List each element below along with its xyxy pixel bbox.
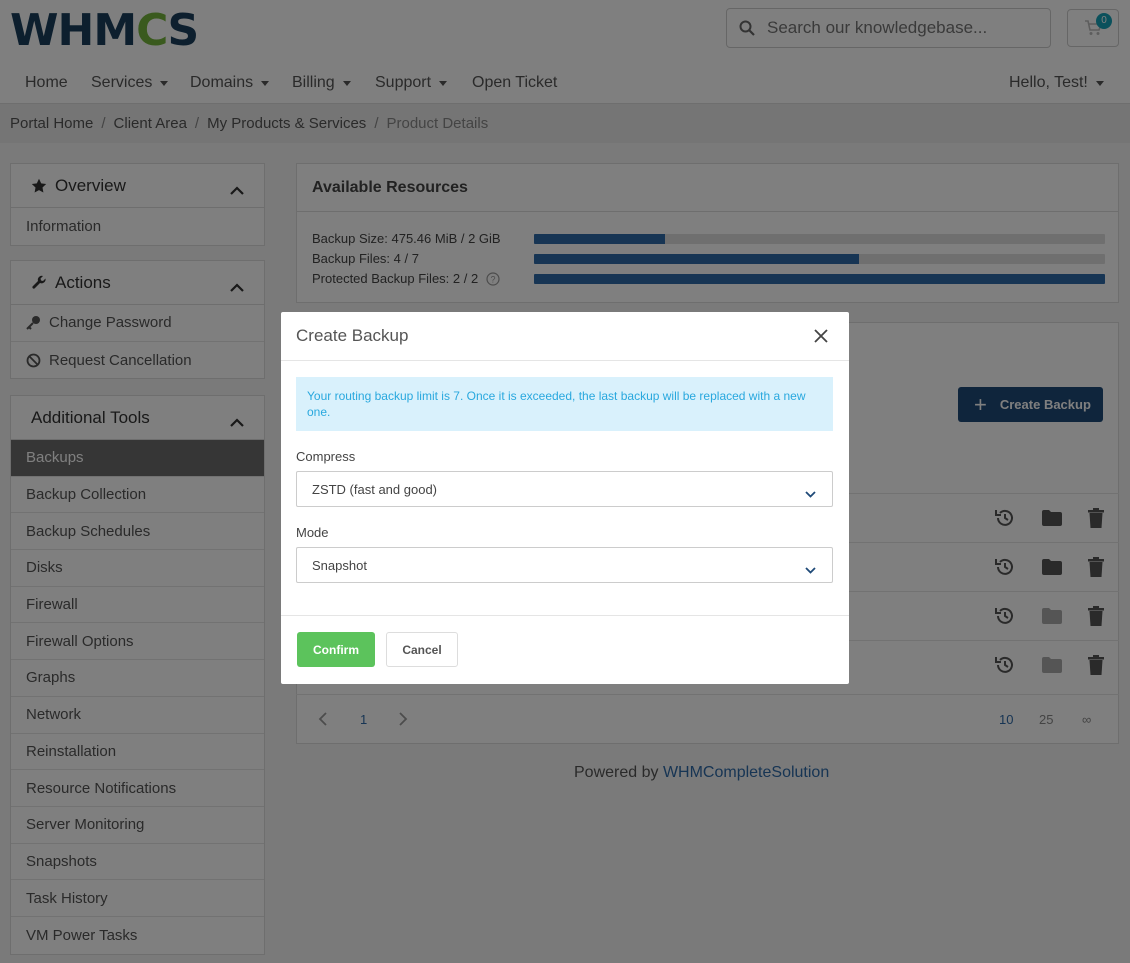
confirm-button[interactable]: Confirm <box>297 632 375 667</box>
mode-select[interactable]: Snapshot <box>296 547 833 583</box>
modal-footer-divider <box>281 615 849 616</box>
compress-select-value: ZSTD (fast and good) <box>312 481 437 497</box>
mode-label: Mode <box>296 525 329 540</box>
create-backup-modal: Create Backup Your routing backup limit … <box>281 312 849 684</box>
compress-select[interactable]: ZSTD (fast and good) <box>296 471 833 507</box>
compress-label: Compress <box>296 449 356 464</box>
chevron-down-icon <box>805 486 816 501</box>
modal-title: Create Backup <box>296 326 409 345</box>
modal-header: Create Backup <box>281 312 849 361</box>
backup-limit-alert: Your routing backup limit is 7. Once it … <box>296 377 833 431</box>
cancel-button[interactable]: Cancel <box>386 632 458 667</box>
mode-select-value: Snapshot <box>312 557 367 573</box>
chevron-down-icon <box>805 562 816 577</box>
close-icon[interactable] <box>813 328 829 344</box>
